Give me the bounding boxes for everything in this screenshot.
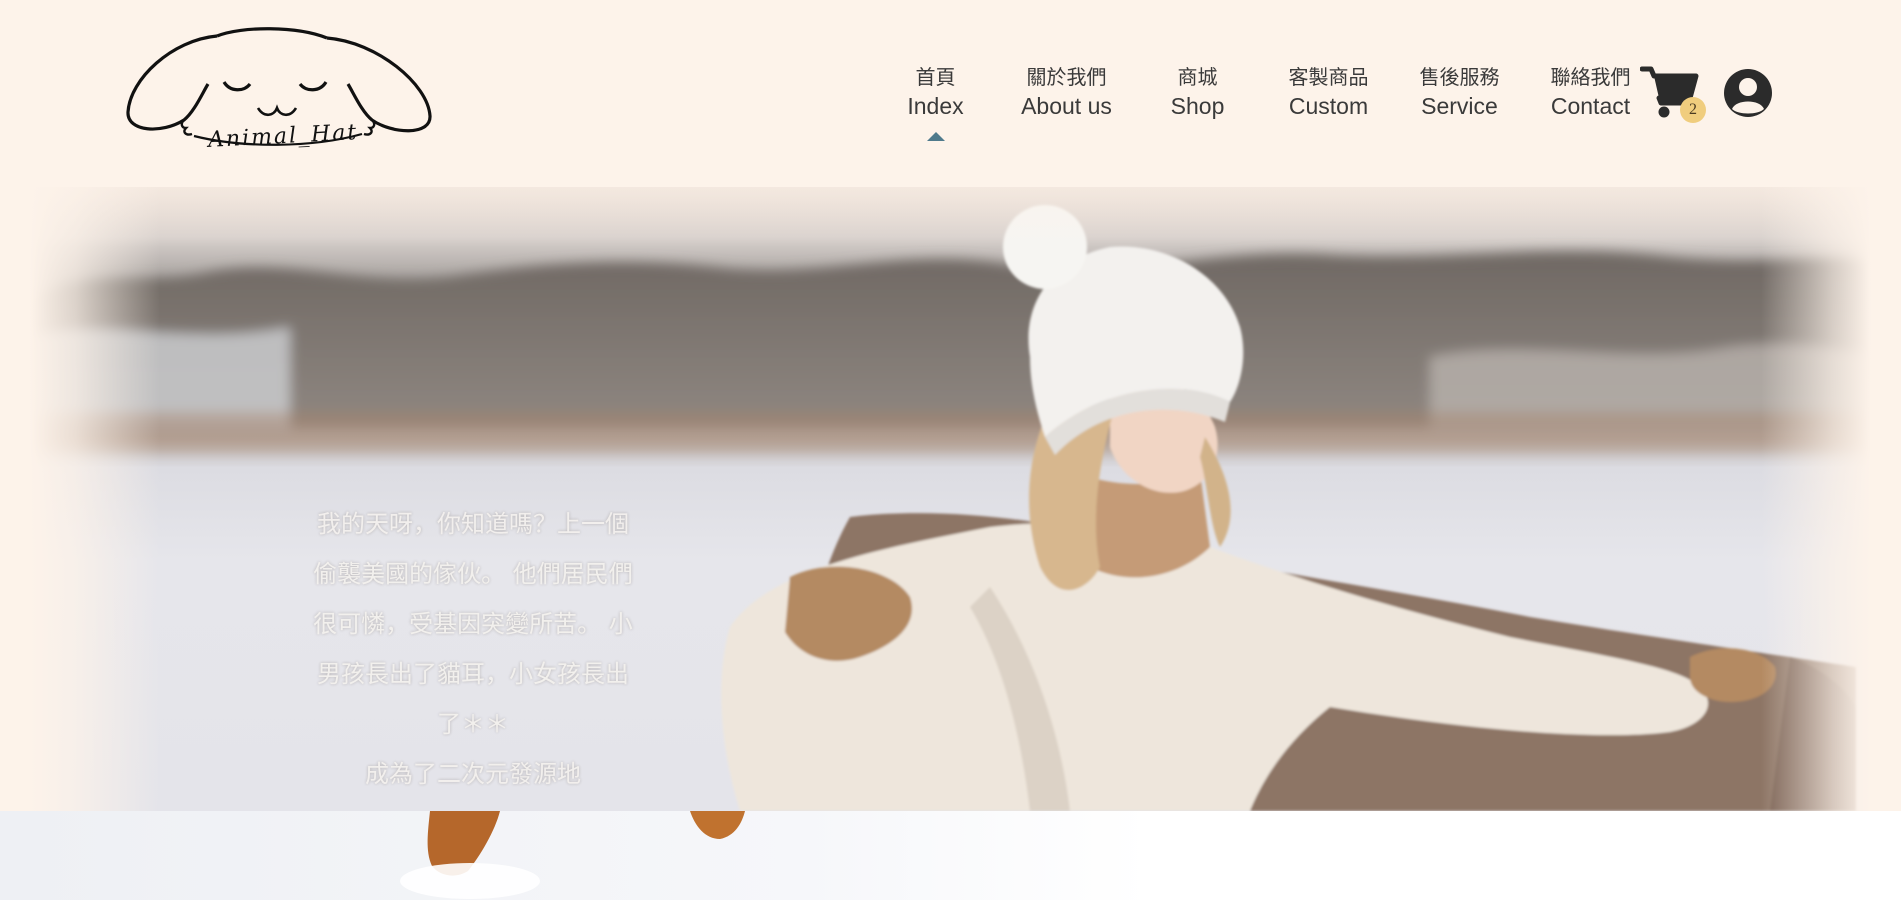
nav-item-en-label: Custom [1288, 93, 1369, 119]
nav-item-zh-label: 聯絡我們 [1550, 65, 1631, 89]
nav-item-about[interactable]: 關於我們 About us [1001, 62, 1132, 120]
nav-item-service[interactable]: 售後服務 Service [1394, 62, 1525, 120]
nav-item-en-label: Service [1421, 93, 1498, 119]
nav-item-en-label: Index [907, 93, 964, 119]
nav-item-en-label: Contact [1550, 93, 1631, 119]
nav-item-zh-label: 商城 [1177, 65, 1218, 89]
brand-logo[interactable]: Animal_Hat [122, 24, 436, 160]
user-circle-icon [1724, 69, 1772, 117]
nav-item-shop[interactable]: 商城 Shop [1132, 62, 1263, 120]
next-section-preview [0, 811, 1901, 900]
main-nav: 首頁 Index 關於我們 About us 商城 Shop 客製商品 Cust… [870, 62, 1656, 141]
hero-section: 我的天呀，你知道嗎？上一個 偷襲美國的傢伙。 他們居民們 很可憐，受基因突變所苦… [0, 187, 1901, 811]
nav-item-zh-label: 關於我們 [1026, 65, 1107, 89]
account-button[interactable] [1722, 67, 1774, 119]
nav-item-zh-label: 客製商品 [1288, 65, 1369, 89]
hero-right-fade [1761, 187, 1871, 811]
active-indicator-icon [927, 132, 945, 141]
nav-item-contact[interactable]: 聯絡我們 Contact [1525, 62, 1656, 120]
cart-count-badge: 2 [1680, 97, 1706, 123]
hero-text-line: 男孩長出了貓耳，小女孩長出 [317, 660, 629, 688]
nav-item-index[interactable]: 首頁 Index [870, 62, 1001, 141]
nav-item-zh-label: 首頁 [915, 65, 956, 89]
nav-item-en-label: Shop [1170, 93, 1225, 119]
hero-text-line: 很可憐，受基因突變所苦。 小 [313, 610, 633, 638]
hero-text-line: 成為了二次元發源地 [365, 760, 581, 788]
nav-item-en-label: About us [1021, 93, 1112, 119]
hero-left-fade [30, 187, 160, 811]
nav-item-zh-label: 售後服務 [1419, 65, 1500, 89]
site-header: Animal_Hat 首頁 Index 關於我們 About us 商城 Sho… [0, 0, 1901, 187]
cart-button[interactable]: 2 [1639, 64, 1706, 124]
hero-text-line: 偷襲美國的傢伙。 他們居民們 [313, 560, 633, 588]
hero-text-line: 了＊＊ [437, 710, 509, 738]
hero-story-text: 我的天呀，你知道嗎？上一個 偷襲美國的傢伙。 他們居民們 很可憐，受基因突變所苦… [283, 499, 663, 799]
nav-item-custom[interactable]: 客製商品 Custom [1263, 62, 1394, 120]
hero-top-fade [30, 187, 1871, 247]
snow-dog-photo [0, 811, 1150, 900]
hero-text-line: 我的天呀，你知道嗎？上一個 [317, 510, 629, 538]
